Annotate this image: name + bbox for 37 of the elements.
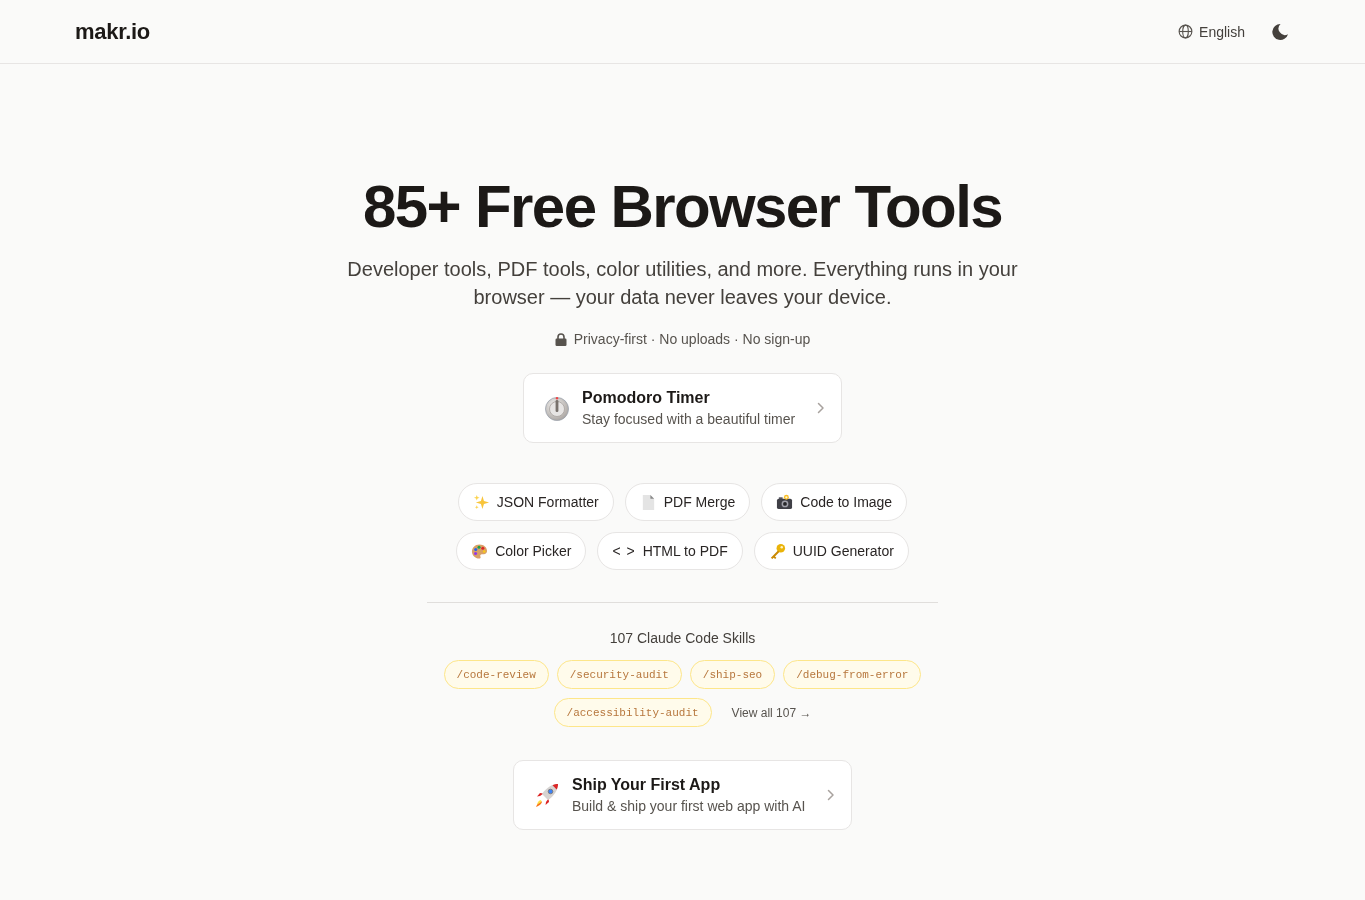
card-subtitle: Stay focused with a beautiful timer xyxy=(582,410,797,429)
hero-subtitle: Developer tools, PDF tools, color utilities, and more. Everything runs in your browser — your data never leaves your device. xyxy=(346,257,1019,310)
rocket-icon xyxy=(534,782,560,808)
palette-icon xyxy=(471,542,489,560)
language-selector[interactable]: English xyxy=(1178,23,1245,40)
chevron-right-icon xyxy=(817,402,825,414)
tool-link[interactable]: Color Picker xyxy=(456,532,587,570)
skill-tag[interactable]: /security-audit xyxy=(556,660,682,689)
privacy-note: Privacy-first · No uploads · No sign-up xyxy=(573,330,811,349)
key-icon xyxy=(768,542,786,560)
tool-link[interactable]: < > HTML to PDF xyxy=(597,532,743,570)
globe-icon xyxy=(1178,24,1194,39)
card-title: Ship Your First App xyxy=(572,775,722,795)
view-all-link[interactable]: View all 107 → xyxy=(731,705,812,720)
card-subtitle: Build & ship your first web app with AI xyxy=(572,797,807,816)
promo-card[interactable]: Ship Your First App Build & ship your first web app with AI xyxy=(513,760,852,830)
tool-link[interactable]: UUID Generator xyxy=(753,532,909,570)
featured-tool-card[interactable]: Pomodoro Timer Stay focused with a beautiful timer xyxy=(523,373,842,443)
tool-link[interactable]: PDF Merge xyxy=(624,483,751,521)
card-title: Pomodoro Timer xyxy=(582,388,711,408)
hero-title: 85+ Free Browser Tools xyxy=(363,172,1002,241)
moon-icon xyxy=(1271,22,1289,41)
camera-icon xyxy=(776,493,794,511)
tool-link[interactable]: Code to Image xyxy=(761,483,908,521)
code-brackets-icon: < > xyxy=(612,543,636,559)
skills-heading: 107 Claude Code Skills xyxy=(609,629,756,648)
lock-icon xyxy=(554,332,567,346)
skill-tag[interactable]: /ship-seo xyxy=(689,660,776,689)
skill-tag[interactable]: /accessibility-audit xyxy=(553,698,712,727)
tool-link[interactable]: JSON Formatter xyxy=(457,483,614,521)
site-logo[interactable]: makr.io xyxy=(75,18,150,45)
timer-dial-icon xyxy=(544,395,570,421)
sparkles-icon xyxy=(472,493,490,511)
chevron-right-icon xyxy=(827,789,835,801)
theme-toggle[interactable] xyxy=(1271,22,1289,41)
skill-tag[interactable]: /code-review xyxy=(443,660,549,689)
skill-tag[interactable]: /debug-from-error xyxy=(783,660,922,689)
